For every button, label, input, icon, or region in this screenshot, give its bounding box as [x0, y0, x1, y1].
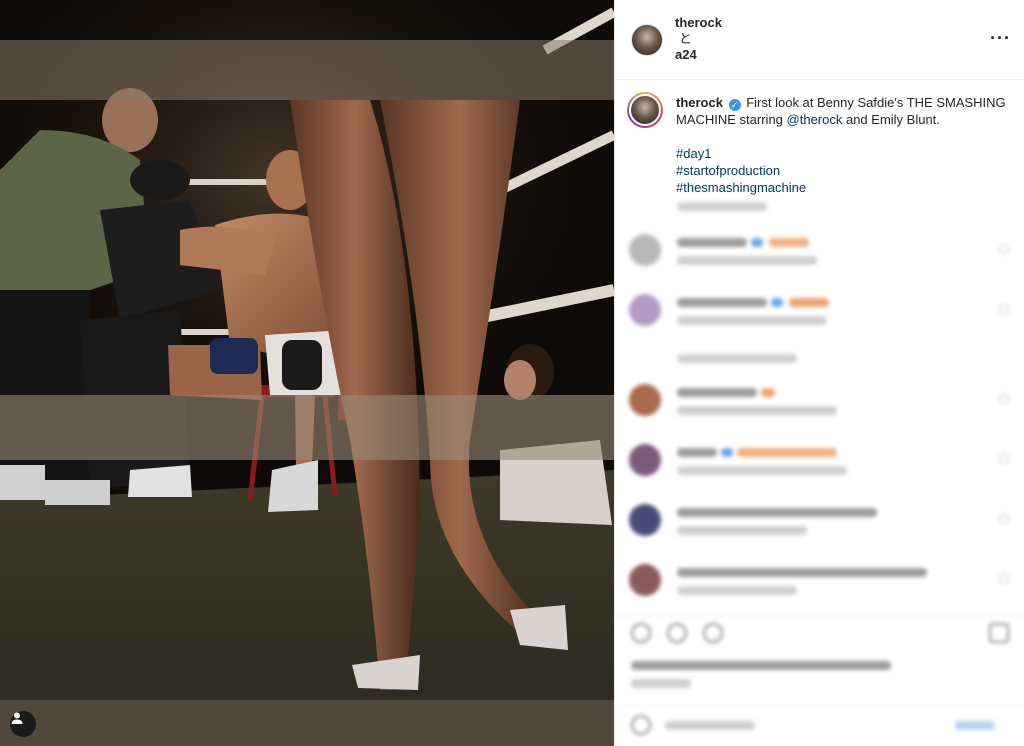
heart-icon[interactable]	[631, 623, 651, 643]
collab-connector: と	[679, 31, 693, 46]
bookmark-icon[interactable]	[989, 623, 1009, 643]
caption-username[interactable]: therock	[676, 95, 723, 110]
collab-usernames: therock と a24	[675, 15, 722, 63]
caption-text-end: and Emily Blunt.	[842, 112, 940, 127]
avatar[interactable]	[631, 24, 663, 56]
post-side-panel: therock と a24 ··· therock ✓ First look a…	[614, 0, 1024, 746]
comment-icon[interactable]	[667, 623, 687, 643]
post-header: therock と a24 ···	[615, 0, 1024, 80]
emoji-icon[interactable]	[631, 715, 651, 735]
comments-list-blurred	[615, 194, 1024, 614]
more-options-button[interactable]: ···	[990, 28, 1011, 49]
hashtag-list: #day1 #startofproduction #thesmashingmac…	[676, 145, 1016, 196]
hashtag-link[interactable]: #startofproduction	[676, 162, 1016, 179]
post-photo[interactable]	[0, 0, 614, 746]
boxing-ring-scene	[0, 0, 614, 746]
verified-badge-icon: ✓	[728, 99, 741, 111]
mention-link[interactable]: @therock	[787, 112, 843, 127]
share-icon[interactable]	[703, 623, 723, 643]
username-a24[interactable]: a24	[675, 47, 697, 62]
username-therock[interactable]: therock	[675, 15, 722, 30]
post-actions-blurred	[615, 616, 1024, 746]
more-horizontal-icon: ···	[990, 28, 1011, 48]
caption-avatar[interactable]	[627, 92, 663, 128]
user-icon	[11, 712, 23, 724]
hashtag-link[interactable]: #day1	[676, 145, 1016, 162]
tagged-users-button[interactable]	[10, 711, 36, 737]
